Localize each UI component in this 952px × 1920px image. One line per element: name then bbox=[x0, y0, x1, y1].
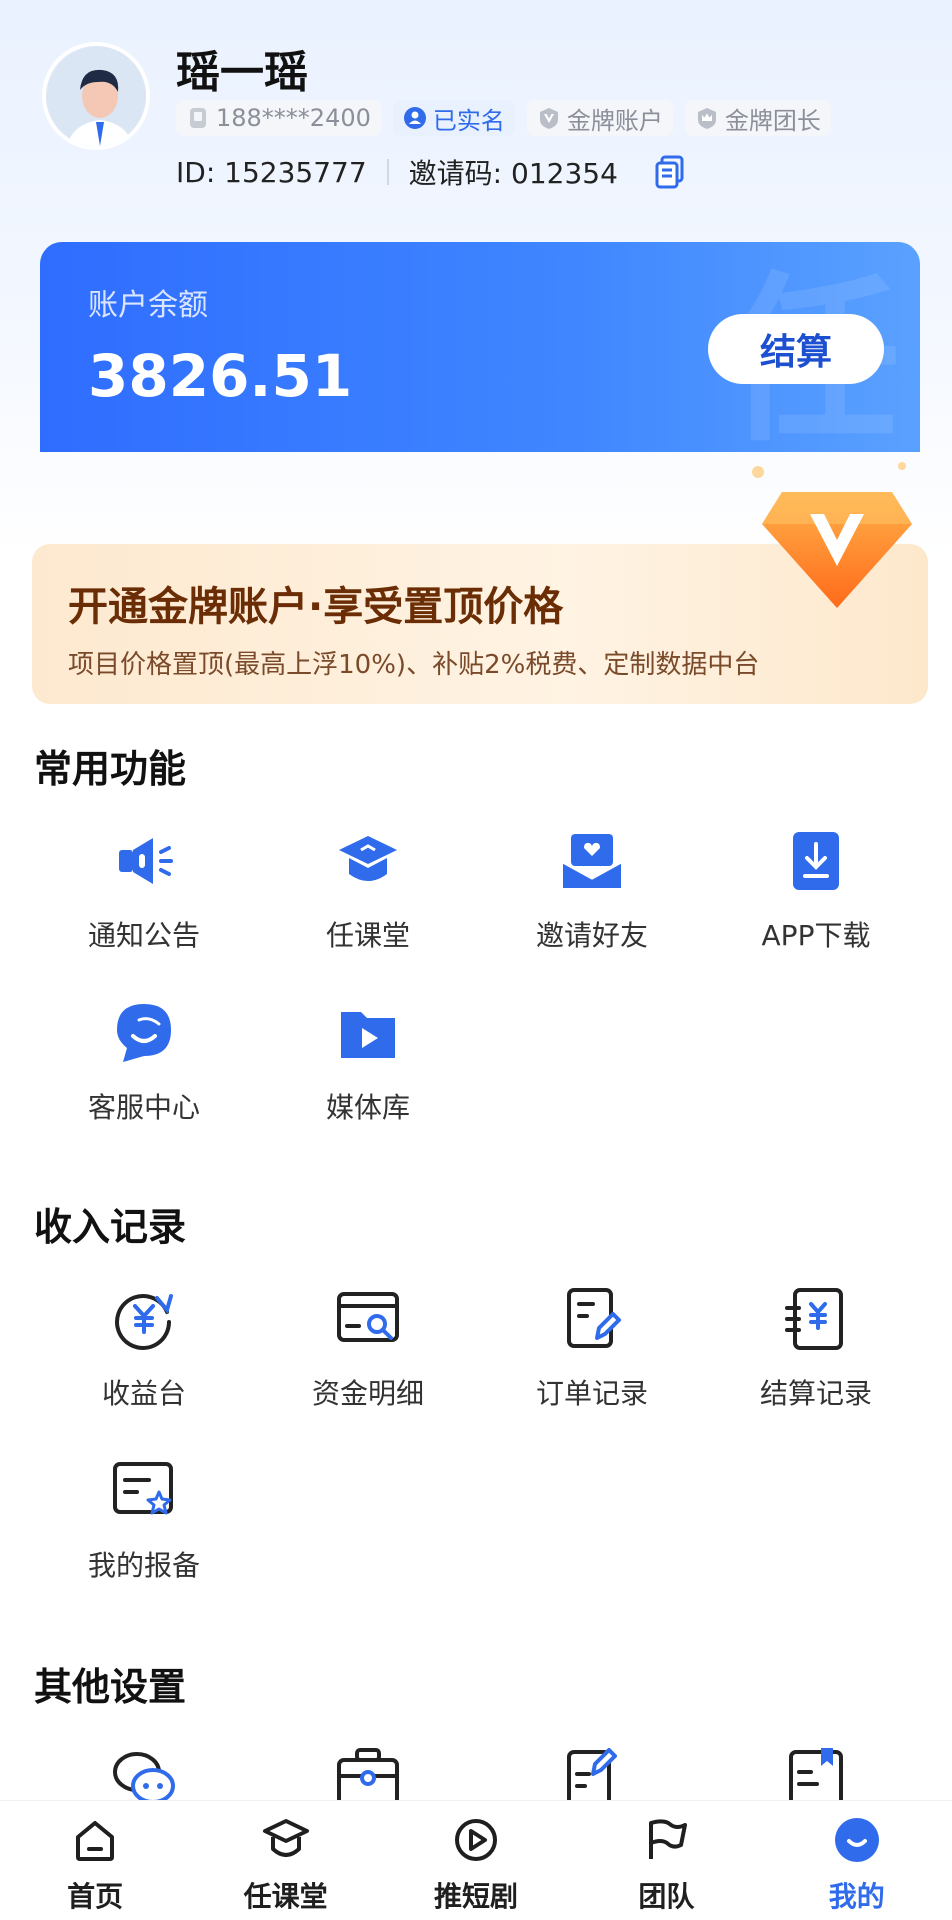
user-id: ID: 15235777 bbox=[176, 155, 367, 189]
megaphone-icon bbox=[119, 838, 173, 884]
grid-item-notice[interactable]: 通知公告 bbox=[32, 826, 256, 954]
nav-team[interactable]: 团队 bbox=[591, 1801, 741, 1915]
promo-title: 开通金牌账户·享受置顶价格 bbox=[68, 584, 564, 630]
nav-home[interactable]: 首页 bbox=[20, 1801, 170, 1915]
grid-item-classroom[interactable]: 任课堂 bbox=[256, 826, 480, 954]
phone-number: 188****2400 bbox=[216, 104, 371, 132]
id-row: ID: 15235777 邀请码: 012354 bbox=[176, 152, 686, 192]
video-folder-icon bbox=[341, 1012, 395, 1058]
grid-item-settlement-records[interactable]: 结算记录 bbox=[704, 1284, 928, 1412]
bottom-nav: 首页 任课堂 推短剧 团队 我的 bbox=[0, 1800, 952, 1920]
settle-button[interactable]: 结算 bbox=[708, 314, 884, 384]
card-search-icon bbox=[337, 1292, 399, 1342]
grid-item-other-4[interactable] bbox=[704, 1744, 928, 1800]
nav-label: 我的 bbox=[828, 1880, 885, 1913]
grid-item-invite[interactable]: 邀请好友 bbox=[480, 826, 704, 954]
phone-badge: 188****2400 bbox=[176, 100, 381, 136]
wechat-chat-icon bbox=[113, 1752, 175, 1800]
note-edit-icon bbox=[567, 1748, 617, 1800]
nav-short-drama[interactable]: 推短剧 bbox=[401, 1801, 551, 1915]
grid-item-fund-details[interactable]: 资金明细 bbox=[256, 1284, 480, 1412]
section-title-other: 其他设置 bbox=[34, 1665, 187, 1709]
play-circle-icon bbox=[454, 1819, 497, 1861]
flag-icon bbox=[649, 1819, 688, 1859]
verified-label: 已实名 bbox=[432, 106, 505, 135]
grid-item-my-reports[interactable]: 我的报备 bbox=[32, 1456, 256, 1584]
grid-label: 邀请好友 bbox=[535, 919, 648, 952]
grid-item-earnings[interactable]: 收益台 bbox=[32, 1284, 256, 1412]
balance-card: 任 账户余额 3826.51 结算 bbox=[40, 242, 920, 452]
gold-v-gem-icon bbox=[752, 462, 912, 608]
copy-icon[interactable] bbox=[654, 155, 686, 189]
document-edit-icon bbox=[567, 1288, 621, 1348]
grid-label: 订单记录 bbox=[535, 1377, 648, 1410]
graduation-cap-icon bbox=[339, 836, 397, 881]
yuan-refresh-icon bbox=[115, 1294, 173, 1350]
gold-v-icon bbox=[539, 108, 558, 129]
grid-label: 任课堂 bbox=[325, 919, 410, 952]
yuan-document-icon bbox=[785, 1288, 843, 1350]
verified-badge: 已实名 bbox=[392, 100, 515, 136]
verified-user-icon bbox=[403, 107, 426, 129]
section-title-common: 常用功能 bbox=[34, 747, 187, 791]
divider bbox=[386, 159, 389, 185]
gold-account-label: 金牌账户 bbox=[566, 106, 663, 135]
phone-icon bbox=[190, 108, 206, 128]
gold-leader-label: 金牌团长 bbox=[724, 106, 821, 135]
graduation-cap-icon bbox=[262, 1819, 309, 1857]
home-icon bbox=[76, 1821, 115, 1861]
profile-smile-icon bbox=[834, 1818, 879, 1862]
grid-label: 结算记录 bbox=[759, 1377, 872, 1410]
grid-label: 资金明细 bbox=[311, 1377, 424, 1410]
balance-value: 3826.51 bbox=[88, 342, 353, 410]
promo-subtitle: 项目价格置顶(最高上浮10%)、补贴2%税费、定制数据中台 bbox=[68, 650, 760, 680]
grid-item-media-library[interactable]: 媒体库 bbox=[256, 998, 480, 1126]
gold-account-badge: 金牌账户 bbox=[526, 100, 673, 136]
chat-bubble-icon bbox=[117, 1004, 171, 1062]
grid-item-app-download[interactable]: APP下载 bbox=[704, 826, 928, 954]
grid-item-other-1[interactable] bbox=[32, 1744, 256, 1800]
report-star-icon bbox=[113, 1462, 173, 1515]
user-name: 瑶一瑶 bbox=[176, 47, 308, 98]
invite-envelope-icon bbox=[562, 834, 622, 888]
grid-item-customer-service[interactable]: 客服中心 bbox=[32, 998, 256, 1126]
grid-item-order-records[interactable]: 订单记录 bbox=[480, 1284, 704, 1412]
grid-label: 媒体库 bbox=[325, 1091, 410, 1124]
grid-label: 客服中心 bbox=[87, 1091, 200, 1124]
grid-item-other-3[interactable] bbox=[480, 1744, 704, 1800]
grid-item-other-2[interactable] bbox=[256, 1744, 480, 1800]
briefcase-icon bbox=[337, 1748, 399, 1800]
section-title-income: 收入记录 bbox=[34, 1205, 187, 1249]
crown-icon bbox=[697, 108, 716, 129]
avatar[interactable] bbox=[42, 42, 150, 150]
nav-label: 任课堂 bbox=[243, 1880, 328, 1913]
grid-label: 收益台 bbox=[101, 1377, 186, 1410]
grid-label: 通知公告 bbox=[87, 919, 200, 952]
download-icon bbox=[793, 832, 839, 890]
nav-classroom[interactable]: 任课堂 bbox=[211, 1801, 361, 1915]
nav-mine[interactable]: 我的 bbox=[782, 1801, 932, 1915]
badge-row: 188****2400 已实名 金牌账户 金牌团长 bbox=[176, 100, 831, 136]
balance-label: 账户余额 bbox=[88, 288, 208, 323]
nav-label: 首页 bbox=[67, 1880, 124, 1913]
nav-label: 推短剧 bbox=[433, 1880, 518, 1913]
nav-label: 团队 bbox=[638, 1880, 695, 1913]
grid-label: 我的报备 bbox=[87, 1549, 200, 1582]
bookmark-book-icon bbox=[789, 1748, 843, 1800]
gold-leader-badge: 金牌团长 bbox=[684, 100, 831, 136]
grid-label: APP下载 bbox=[761, 919, 871, 952]
invite-code: 邀请码: 012354 bbox=[408, 157, 618, 190]
